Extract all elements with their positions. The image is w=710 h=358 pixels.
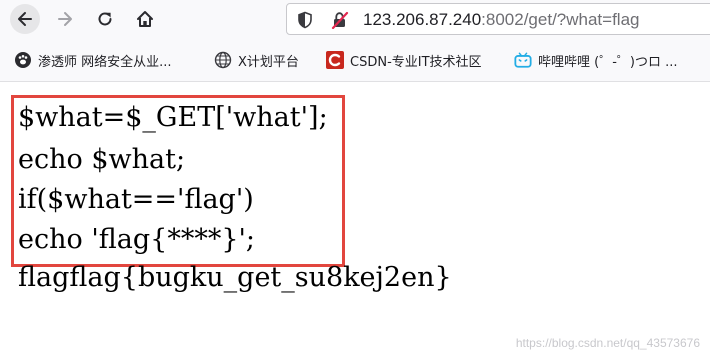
globe-icon xyxy=(214,51,232,69)
bookmarks-toolbar: 渗透师 网络安全从业... X计划平台 CSDN-专业IT技术社区 哔哩哔哩 (… xyxy=(0,38,710,82)
bookmark-item[interactable]: X计划平台 xyxy=(214,50,299,70)
bookmark-label: 渗透师 网络安全从业... xyxy=(38,54,172,70)
url-path: :8002/get/?what=flag xyxy=(481,10,640,29)
page-content: $what=$_GET['what']; echo $what; if($wha… xyxy=(0,83,710,358)
bookmark-label: X计划平台 xyxy=(238,54,299,70)
bookmark-label: 哔哩哔哩 (゜-゜)つロ ... xyxy=(538,54,678,70)
reload-button[interactable] xyxy=(90,4,120,34)
reload-icon xyxy=(98,12,112,26)
code-line: echo $what; xyxy=(18,144,186,175)
arrow-left-icon xyxy=(18,12,32,26)
url-text[interactable]: 123.206.87.240:8002/get/?what=flag xyxy=(363,10,640,30)
insecure-lock-icon[interactable] xyxy=(331,11,349,29)
home-button[interactable] xyxy=(130,4,160,34)
bookmark-item[interactable]: 哔哩哔哩 (゜-゜)つロ ... xyxy=(514,50,678,70)
bilibili-icon xyxy=(514,51,532,69)
watermark-text: https://blog.csdn.net/qq_43573676 xyxy=(515,336,700,350)
csdn-icon xyxy=(326,51,344,69)
flag-output: flagflag{bugku_get_su8kej2en} xyxy=(18,262,452,293)
home-icon xyxy=(137,11,153,27)
bookmark-item[interactable]: 渗透师 网络安全从业... xyxy=(14,50,172,70)
browser-toolbar: 123.206.87.240:8002/get/?what=flag xyxy=(0,0,710,38)
code-line: echo 'flag{****}'; xyxy=(18,224,256,255)
back-button[interactable] xyxy=(10,4,40,34)
shield-icon[interactable] xyxy=(297,11,313,29)
arrow-right-icon xyxy=(58,12,72,26)
bookmark-item[interactable]: CSDN-专业IT技术社区 xyxy=(326,50,482,70)
forward-button[interactable] xyxy=(50,4,80,34)
url-host: 123.206.87.240 xyxy=(363,10,482,29)
bookmark-label: CSDN-专业IT技术社区 xyxy=(350,54,482,70)
code-line: $what=$_GET['what']; xyxy=(18,102,328,133)
address-bar[interactable]: 123.206.87.240:8002/get/?what=flag xyxy=(286,3,710,35)
code-line: if($what=='flag') xyxy=(18,184,254,215)
paw-icon xyxy=(14,51,32,69)
